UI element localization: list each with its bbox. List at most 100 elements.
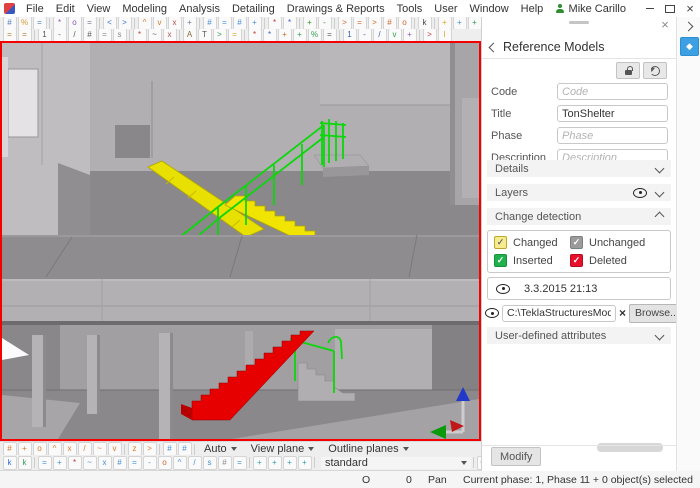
comparison-date-box[interactable]: 3.3.2015 21:13 [487, 277, 671, 300]
select-points-icon[interactable]: + [53, 456, 67, 470]
refresh-button[interactable] [643, 62, 667, 79]
window-new-icon[interactable]: # [203, 17, 217, 29]
rotate-icon[interactable]: > [338, 17, 352, 29]
menu-detailing[interactable]: Detailing [226, 2, 281, 16]
snap-center-icon[interactable]: o [33, 442, 47, 456]
view-plane-dropdown[interactable]: View plane [244, 443, 322, 455]
package-green-icon[interactable]: + [468, 17, 482, 29]
screenshot-icon[interactable]: o [68, 17, 82, 29]
select-assemblies-icon[interactable]: ^ [173, 456, 187, 470]
select-grid-lines-icon[interactable]: - [143, 456, 157, 470]
package-yellow-icon[interactable]: + [438, 17, 452, 29]
fly-icon[interactable]: > [368, 17, 382, 29]
zoom-in-icon[interactable]: + [303, 17, 317, 29]
snap-midpoint-icon[interactable]: ^ [48, 442, 62, 456]
phase-input[interactable] [557, 127, 668, 144]
select-cuts-icon[interactable]: x [98, 456, 112, 470]
pointer-icon[interactable]: k [418, 17, 432, 29]
snap-xy-icon[interactable]: > [143, 442, 157, 456]
uda-section-header[interactable]: User-defined attributes [487, 327, 671, 344]
menu-modeling[interactable]: Modeling [116, 2, 173, 16]
snap-auto-dropdown[interactable]: Auto [197, 443, 244, 455]
change-detection-section-header[interactable]: Change detection [487, 208, 671, 225]
new-icon[interactable]: # [3, 17, 17, 29]
select-filter-d-icon[interactable]: + [298, 456, 312, 470]
menu-file[interactable]: File [20, 2, 50, 16]
open-icon[interactable]: % [18, 17, 32, 29]
selection-filter-dropdown[interactable]: standard [321, 457, 471, 469]
print-icon[interactable]: = [83, 17, 97, 29]
select-filter-c-icon[interactable]: + [283, 456, 297, 470]
snap-points-icon[interactable]: + [18, 442, 32, 456]
reference-models-pane-icon[interactable]: ◆ [680, 37, 699, 56]
paste-down-icon[interactable]: v [153, 17, 167, 29]
model-visibility-eye-icon[interactable] [485, 308, 499, 318]
select-joints-icon[interactable]: o [158, 456, 172, 470]
redo-icon[interactable]: > [118, 17, 132, 29]
minimize-button[interactable] [640, 1, 660, 16]
maximize-button[interactable] [660, 1, 680, 16]
undo-icon[interactable]: < [103, 17, 117, 29]
select-views-icon[interactable]: # [113, 456, 127, 470]
clear-path-icon[interactable]: × [619, 305, 626, 321]
select-grids-icon[interactable]: = [128, 456, 142, 470]
select-distances-icon[interactable]: = [233, 456, 247, 470]
save-icon[interactable]: = [33, 17, 47, 29]
point-icon[interactable]: * [53, 17, 67, 29]
close-button[interactable]: × [680, 1, 700, 16]
snap-plane-a-icon[interactable]: # [163, 442, 177, 456]
menu-help[interactable]: Help [515, 2, 550, 16]
menu-window[interactable]: Window [464, 2, 515, 16]
modify-button[interactable]: Modify [491, 447, 541, 466]
select-parts-icon[interactable]: = [38, 456, 52, 470]
menu-edit[interactable]: Edit [50, 2, 81, 16]
window-cascade-icon[interactable]: = [218, 17, 232, 29]
flag-red-icon[interactable]: * [268, 17, 282, 29]
select-welds-icon[interactable]: ~ [83, 456, 97, 470]
snap-plane-b-icon[interactable]: # [178, 442, 192, 456]
select-surfaces-icon[interactable]: # [218, 456, 232, 470]
clipboard-icon[interactable]: + [183, 17, 197, 29]
select-filter-a-icon[interactable]: + [253, 456, 267, 470]
select-bolts-icon[interactable]: * [68, 456, 82, 470]
window-pick-icon[interactable]: + [248, 17, 262, 29]
model-path-input[interactable] [502, 305, 616, 322]
menu-user[interactable]: User [428, 2, 463, 16]
select-phases-icon[interactable]: / [188, 456, 202, 470]
title-input[interactable] [557, 105, 668, 122]
snap-edge-icon[interactable]: / [78, 442, 92, 456]
inserted-checkbox[interactable]: ✓ [494, 254, 507, 267]
menu-view[interactable]: View [81, 2, 117, 16]
fit-view-icon[interactable]: # [383, 17, 397, 29]
outline-planes-dropdown[interactable]: Outline planes [321, 443, 415, 455]
changed-checkbox[interactable]: ✓ [494, 236, 507, 249]
package-blue-icon[interactable]: + [453, 17, 467, 29]
code-input[interactable] [557, 83, 668, 100]
deleted-checkbox[interactable]: ✓ [570, 254, 583, 267]
expand-pane-chevron-icon[interactable] [684, 22, 694, 32]
cut-icon[interactable]: x [168, 17, 182, 29]
select-all-icon[interactable]: k [3, 456, 17, 470]
details-section-header[interactable]: Details [487, 160, 671, 177]
panel-close-icon[interactable]: × [659, 17, 671, 32]
back-chevron-icon[interactable] [489, 42, 499, 52]
menu-analysis[interactable]: Analysis [173, 2, 226, 16]
center-view-icon[interactable]: o [398, 17, 412, 29]
user-name[interactable]: Mike Carillo [569, 3, 626, 15]
layers-visibility-eye-icon[interactable] [633, 188, 647, 198]
select-filter-b-icon[interactable]: + [268, 456, 282, 470]
date-visibility-eye-icon[interactable] [496, 284, 510, 294]
copy-up-icon[interactable]: ^ [138, 17, 152, 29]
snap-ortho-icon[interactable]: # [3, 442, 17, 456]
snap-intersection-icon[interactable]: x [63, 442, 77, 456]
snap-nearest-icon[interactable]: v [108, 442, 122, 456]
menu-drawings-reports[interactable]: Drawings & Reports [281, 2, 391, 16]
panel-drag-handle[interactable] [569, 21, 589, 24]
flag-blue-icon[interactable]: * [283, 17, 297, 29]
layers-section-header[interactable]: Layers [487, 184, 671, 201]
select-components-icon[interactable]: s [203, 456, 217, 470]
window-tile-icon[interactable]: # [233, 17, 247, 29]
select-inverse-icon[interactable]: k [18, 456, 32, 470]
menu-tools[interactable]: Tools [391, 2, 429, 16]
zoom-out-icon[interactable]: - [318, 17, 332, 29]
